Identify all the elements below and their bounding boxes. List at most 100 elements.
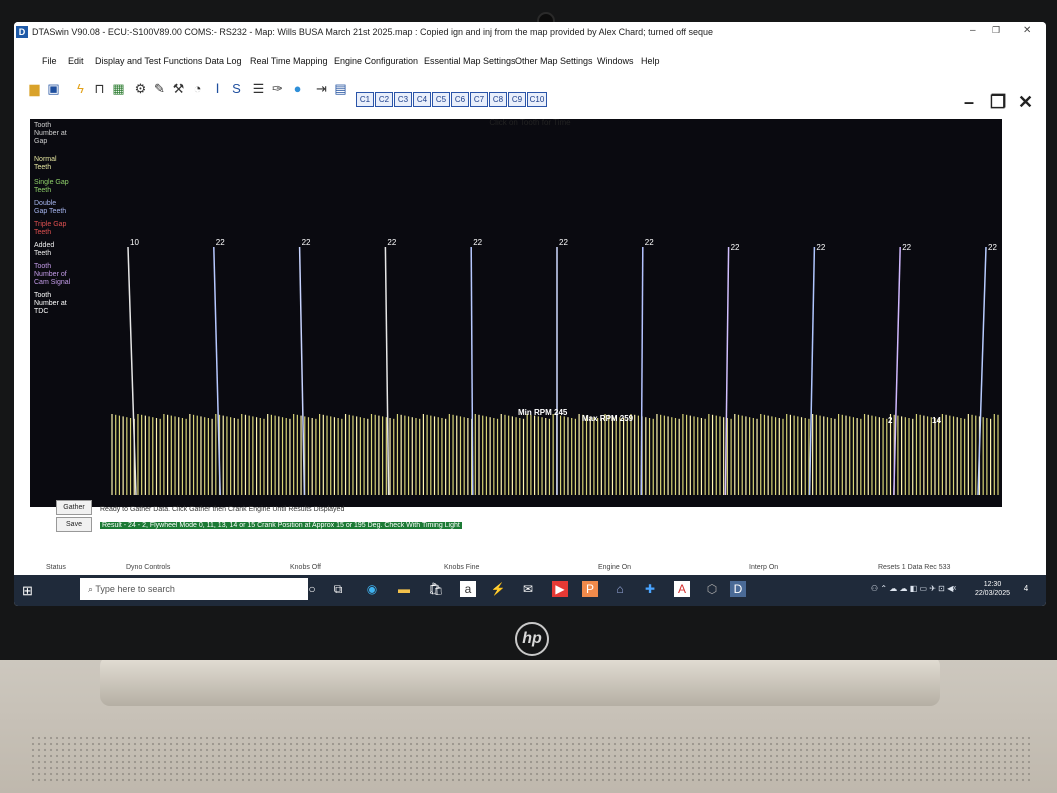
chip-icon[interactable]: ▦	[110, 80, 127, 97]
tooth-number-label: 22	[988, 243, 997, 252]
channel-c9-button[interactable]: C9	[508, 92, 526, 107]
result-message: Result - 24 - 2, Flywheel Mode 0, 11, 13…	[100, 522, 462, 529]
store-icon[interactable]: 🛍	[428, 581, 444, 597]
table-icon[interactable]: ▤	[332, 80, 349, 97]
mail-icon[interactable]: ✉	[520, 581, 536, 597]
channel-c4-button[interactable]: C4	[413, 92, 431, 107]
menu-other-map[interactable]: Other Map Settings	[515, 56, 593, 66]
tooth-chart[interactable]: 10 22 22 22 22 22 22 22 22 22 22 Min RPM 245 Max RPM…	[30, 119, 1002, 507]
channel-c8-button[interactable]: C8	[489, 92, 507, 107]
hp-logo: hp	[515, 622, 549, 656]
app-icon: D	[16, 26, 28, 38]
window-title: DTASwin V90.08 - ECU:-S100V89.00 COMS:- …	[32, 27, 713, 37]
app-bolt-icon[interactable]: ⚡	[490, 581, 506, 597]
save-button[interactable]: Save	[56, 517, 92, 532]
tooth-number-label: 22	[302, 238, 311, 247]
speaker-grille	[30, 735, 1030, 785]
dtaswin-taskbar-icon[interactable]: D	[730, 581, 746, 597]
vpn-icon[interactable]: ⬡	[704, 581, 720, 597]
tooth-number-label: 22	[473, 238, 482, 247]
lightning-icon[interactable]: ϟ	[72, 80, 89, 97]
gap-tooth-marker[interactable]	[127, 246, 137, 496]
channel-c3-button[interactable]: C3	[394, 92, 412, 107]
taskbar-search[interactable]: ⌕ Type here to search	[80, 578, 308, 600]
channel-c6-button[interactable]: C6	[451, 92, 469, 107]
tooth-number-label: 22	[387, 238, 396, 247]
gather-button[interactable]: Gather	[56, 500, 92, 515]
tooth-number-label: 22	[559, 238, 568, 247]
wrench-icon[interactable]: ⚒	[170, 80, 187, 97]
info-icon[interactable]: Ⅰ	[209, 80, 226, 97]
s-icon[interactable]: S	[228, 80, 245, 97]
mdi-restore-icon[interactable]: ❐	[990, 92, 1006, 113]
list-icon[interactable]: ☰	[250, 80, 267, 97]
home-icon[interactable]: ⌂	[612, 581, 628, 597]
gap-tooth-marker[interactable]	[298, 246, 306, 496]
cortana-icon[interactable]: ○	[304, 581, 320, 597]
globe-icon[interactable]: ●	[289, 80, 306, 97]
notification-count[interactable]: 4	[1018, 581, 1034, 597]
menu-real-time-mapping[interactable]: Real Time Mapping	[250, 56, 328, 66]
gear-icon[interactable]: ⚙	[132, 80, 149, 97]
status-bar: Status Dyno Controls Knobs Off Knobs Fin…	[14, 562, 1046, 574]
clock-date: 22/03/2025	[974, 590, 1010, 597]
tool-icon[interactable]: ✑	[269, 80, 286, 97]
max-rpm-label: Max RPM 259	[582, 414, 634, 423]
restore-icon[interactable]: ❐	[992, 25, 1000, 36]
file-explorer-icon[interactable]: ▬	[396, 581, 412, 597]
tooth-number-label: 22	[216, 238, 225, 247]
menu-data-log[interactable]: Data Log	[205, 56, 242, 66]
settings-app-icon[interactable]: ✚	[642, 581, 658, 597]
interp-on: Interp On	[749, 564, 779, 571]
channel-c10-button[interactable]: C10	[527, 92, 547, 107]
laptop-screen: D DTASwin V90.08 - ECU:-S100V89.00 COMS:…	[14, 22, 1046, 606]
arrow-box-icon[interactable]: ⇥	[313, 80, 330, 97]
menu-windows[interactable]: Windows	[597, 56, 634, 66]
menu-edit[interactable]: Edit	[68, 56, 84, 66]
mdi-minimize-icon[interactable]: –	[964, 92, 974, 113]
close-icon[interactable]: ✕	[1023, 25, 1031, 36]
dyno-controls: Dyno Controls	[126, 564, 171, 571]
channel-c5-button[interactable]: C5	[432, 92, 450, 107]
gap-tooth-marker[interactable]	[213, 246, 221, 496]
engine-on: Engine On	[598, 564, 632, 571]
lock-icon[interactable]: ⊓	[91, 80, 108, 97]
channel-c1-button[interactable]: C1	[356, 92, 374, 107]
menu-display-test[interactable]: Display and Test Functions	[95, 56, 202, 66]
gap-tooth-marker[interactable]	[977, 246, 987, 496]
edge-icon[interactable]: ◉	[364, 581, 380, 597]
mark-label: 2	[888, 416, 893, 425]
gauge-icon[interactable]: ◔	[189, 80, 206, 97]
channel-c7-button[interactable]: C7	[470, 92, 488, 107]
task-view-icon[interactable]: ⧉	[330, 581, 346, 597]
menu-file[interactable]: File	[42, 56, 57, 66]
open-folder-icon[interactable]: ▆	[26, 80, 43, 97]
ready-message: Ready to Gather Data. Click Gather then …	[100, 506, 345, 513]
windows-start-icon[interactable]: ⊞	[22, 583, 33, 599]
menu-essential-map[interactable]: Essential Map Settings	[424, 56, 516, 66]
menu-bar: File Edit Display and Test Functions Dat…	[14, 50, 1046, 72]
pen-icon[interactable]: ✎	[151, 80, 168, 97]
knobs-off: Knobs Off	[290, 564, 322, 571]
system-tray-icons[interactable]: ⚇ ⌃ ☁ ☁ ◧ ▭ ✈ ⊡ ◀ᵡ	[871, 584, 956, 593]
minimize-icon[interactable]: –	[970, 25, 976, 36]
tooth-number-label: 22	[816, 243, 825, 252]
windows-taskbar: ⊞ ⌕ Type here to search ○ ⧉ ◉ ▬ 🛍 a ⚡ ✉ …	[14, 575, 1046, 606]
knobs-fine: Knobs Fine	[444, 564, 480, 571]
clock-time: 12:30	[983, 581, 1002, 588]
office-icon[interactable]: P	[582, 581, 598, 597]
acrobat-icon[interactable]: A	[674, 581, 690, 597]
channel-c2-button[interactable]: C2	[375, 92, 393, 107]
gap-tooth-marker[interactable]	[893, 246, 901, 496]
save-icon[interactable]: ▣	[45, 80, 62, 97]
gap-tooth-marker[interactable]	[808, 246, 816, 496]
menu-help[interactable]: Help	[641, 56, 660, 66]
menu-engine-config[interactable]: Engine Configuration	[334, 56, 418, 66]
mdi-close-icon[interactable]: ✕	[1018, 92, 1033, 113]
taskbar-clock[interactable]: 12:30 22/03/2025	[975, 580, 1010, 598]
laptop-hinge	[100, 656, 940, 706]
tooth-number-label: 22	[902, 243, 911, 252]
media-player-icon[interactable]: ▶	[552, 581, 568, 597]
tooth-number-label: 22	[645, 238, 654, 247]
amazon-icon[interactable]: a	[460, 581, 476, 597]
